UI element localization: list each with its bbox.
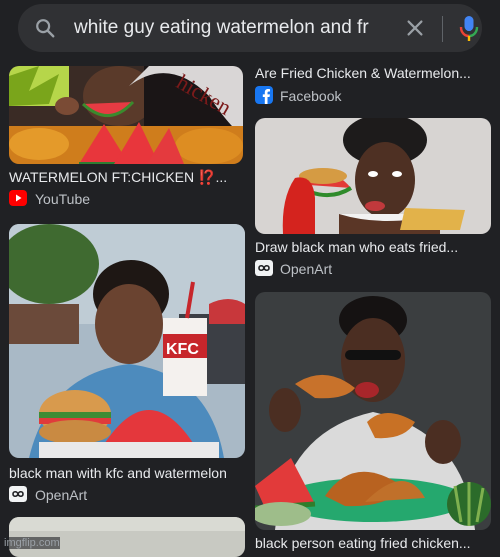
- result-title[interactable]: Are Fried Chicken & Watermelon...: [255, 64, 483, 82]
- openart-icon: [255, 260, 273, 276]
- result-source[interactable]: OpenArt: [35, 486, 87, 504]
- result-image-man-eating-fried-chicken[interactable]: [255, 292, 491, 530]
- search-bar[interactable]: white guy eating watermelon and fr: [18, 4, 482, 52]
- result-source[interactable]: YouTube: [35, 190, 90, 208]
- result-title[interactable]: black person eating fried chicken...: [255, 534, 491, 552]
- search-divider: [442, 16, 443, 42]
- result-image-watermelon-chicken[interactable]: hicken: [9, 66, 243, 164]
- youtube-icon: [9, 190, 27, 206]
- result-image-man-kfc-watermelon[interactable]: KFC: [9, 224, 245, 458]
- openart-icon: [9, 486, 27, 502]
- result-source[interactable]: OpenArt: [280, 260, 332, 278]
- result-title[interactable]: WATERMELON FT:CHICKEN ⁉️...: [9, 168, 239, 186]
- search-input[interactable]: white guy eating watermelon and fr: [74, 16, 394, 40]
- image-text-kfc: KFC: [166, 341, 199, 358]
- watermark-text: imgflip.com: [4, 537, 60, 549]
- result-title[interactable]: black man with kfc and watermelon: [9, 464, 249, 482]
- facebook-icon: [255, 86, 273, 104]
- result-source[interactable]: Facebook: [280, 87, 341, 105]
- result-image-man-eating-sandwich[interactable]: [255, 118, 491, 234]
- mic-icon[interactable]: [456, 15, 482, 43]
- close-icon[interactable]: [404, 17, 426, 39]
- result-title[interactable]: Draw black man who eats fried...: [255, 238, 485, 256]
- search-icon[interactable]: [34, 17, 56, 39]
